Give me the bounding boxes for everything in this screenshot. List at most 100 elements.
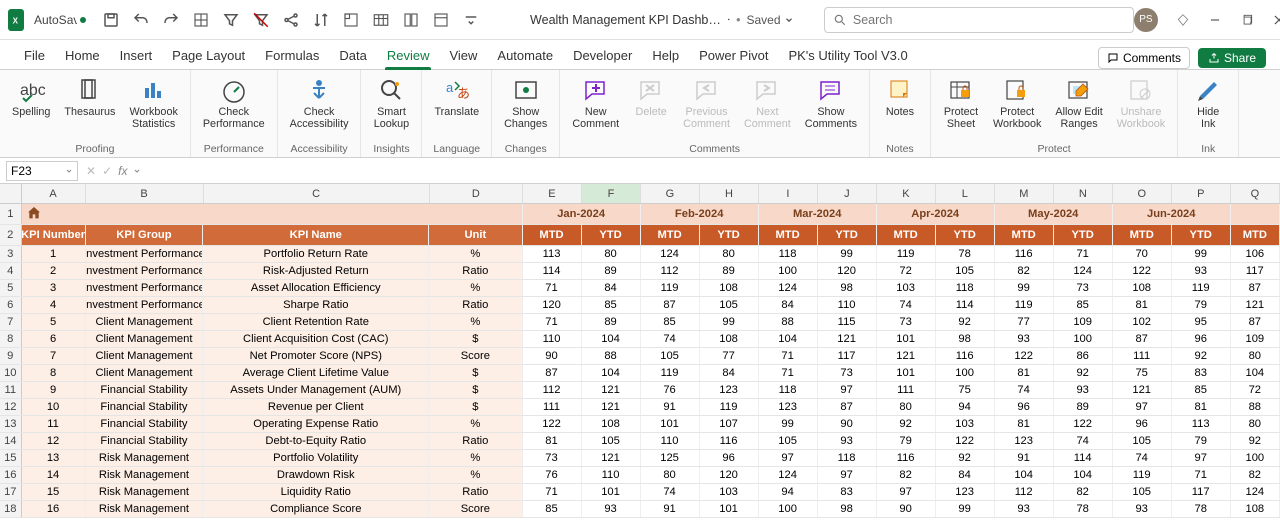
- month-header[interactable]: Feb-2024: [641, 204, 759, 224]
- month-header[interactable]: [1231, 204, 1280, 224]
- cell-value[interactable]: 81: [523, 433, 582, 449]
- cell-value[interactable]: 86: [1054, 348, 1113, 364]
- cell-value[interactable]: 80: [1231, 416, 1280, 432]
- cell-value[interactable]: 116: [877, 450, 936, 466]
- cell-value[interactable]: 93: [1113, 501, 1172, 517]
- col-header-cell[interactable]: MTD: [641, 225, 700, 245]
- ribbon-thesaurus-button[interactable]: Thesaurus: [58, 74, 121, 120]
- cell-value[interactable]: 112: [995, 484, 1054, 500]
- cell-value[interactable]: 78: [1054, 501, 1113, 517]
- search-input[interactable]: [853, 13, 1125, 27]
- cell-value[interactable]: 87: [523, 365, 582, 381]
- cell-kpi-group[interactable]: Risk Management: [86, 484, 204, 500]
- cell-value[interactable]: 82: [1054, 484, 1113, 500]
- cell-kpi-name[interactable]: Average Client Lifetime Value: [203, 365, 429, 381]
- cell-value[interactable]: 105: [1113, 433, 1172, 449]
- row-header[interactable]: 8: [0, 331, 22, 347]
- cell-value[interactable]: 79: [1172, 433, 1231, 449]
- cell-kpi-group[interactable]: Risk Management: [86, 467, 204, 483]
- cell-kpi-number[interactable]: 5: [22, 314, 86, 330]
- cell-unit[interactable]: $: [429, 365, 522, 381]
- row-header[interactable]: 11: [0, 382, 22, 398]
- filter-icon[interactable]: [222, 11, 240, 29]
- share-qat-icon[interactable]: [282, 11, 300, 29]
- col-header-cell[interactable]: KPI Name: [203, 225, 429, 245]
- cell-kpi-group[interactable]: Financial Stability: [86, 433, 204, 449]
- cell-kpi-number[interactable]: 7: [22, 348, 86, 364]
- clear-filter-icon[interactable]: [252, 11, 270, 29]
- cell-value[interactable]: 108: [700, 331, 759, 347]
- row-header[interactable]: 2: [0, 225, 22, 245]
- col-header-A[interactable]: A: [22, 184, 86, 203]
- cell-value[interactable]: 75: [1113, 365, 1172, 381]
- col-header-cell[interactable]: YTD: [1054, 225, 1113, 245]
- cell-value[interactable]: 85: [641, 314, 700, 330]
- cell-value[interactable]: 82: [877, 467, 936, 483]
- cell-value[interactable]: 94: [759, 484, 818, 500]
- enter-icon[interactable]: ✓: [102, 164, 112, 178]
- tab-developer[interactable]: Developer: [563, 44, 642, 69]
- ribbon-hideink-button[interactable]: HideInk: [1184, 74, 1232, 133]
- cell-value[interactable]: 121: [818, 331, 877, 347]
- cell-value[interactable]: 96: [1172, 331, 1231, 347]
- cell-kpi-name[interactable]: Client Acquisition Cost (CAC): [203, 331, 429, 347]
- ribbon-spelling-button[interactable]: abcSpelling: [6, 74, 56, 120]
- cell-kpi-number[interactable]: 15: [22, 484, 86, 500]
- save-icon[interactable]: [102, 11, 120, 29]
- cell-value[interactable]: 84: [759, 297, 818, 313]
- cell-value[interactable]: 82: [1231, 467, 1280, 483]
- month-header[interactable]: May-2024: [995, 204, 1113, 224]
- cell-kpi-number[interactable]: 9: [22, 382, 86, 398]
- cell-value[interactable]: 74: [1113, 450, 1172, 466]
- cell-value[interactable]: 87: [1113, 331, 1172, 347]
- diamond-icon[interactable]: [1176, 13, 1190, 27]
- cell-value[interactable]: 103: [700, 484, 759, 500]
- fx-icon[interactable]: fx: [118, 164, 127, 178]
- cell-value[interactable]: 117: [818, 348, 877, 364]
- row-header[interactable]: 17: [0, 484, 22, 500]
- cell-value[interactable]: 85: [1054, 297, 1113, 313]
- col-header-K[interactable]: K: [877, 184, 936, 203]
- cell-kpi-number[interactable]: 2: [22, 263, 86, 279]
- cell-value[interactable]: 99: [936, 501, 995, 517]
- cell-value[interactable]: 119: [995, 297, 1054, 313]
- cell-value[interactable]: 85: [523, 501, 582, 517]
- undo-icon[interactable]: [132, 11, 150, 29]
- col-header-cell[interactable]: MTD: [1113, 225, 1172, 245]
- cell-value[interactable]: 99: [1172, 246, 1231, 262]
- row-header[interactable]: 4: [0, 263, 22, 279]
- cell-value[interactable]: 88: [1231, 399, 1280, 415]
- cell-value[interactable]: 123: [995, 433, 1054, 449]
- col-header-cell[interactable]: MTD: [1231, 225, 1280, 245]
- row-header[interactable]: 7: [0, 314, 22, 330]
- cell-value[interactable]: 105: [1113, 484, 1172, 500]
- select-all-corner[interactable]: [0, 184, 22, 203]
- cell-value[interactable]: 113: [523, 246, 582, 262]
- cell-value[interactable]: 73: [818, 365, 877, 381]
- search-box[interactable]: [824, 7, 1134, 33]
- borders-icon[interactable]: [192, 11, 210, 29]
- cell-value[interactable]: 90: [818, 416, 877, 432]
- ribbon-showc-button[interactable]: ShowComments: [799, 74, 863, 133]
- cell-value[interactable]: 124: [759, 280, 818, 296]
- cell-kpi-name[interactable]: Operating Expense Ratio: [203, 416, 429, 432]
- cell-value[interactable]: 71: [759, 365, 818, 381]
- cell-value[interactable]: 105: [582, 433, 641, 449]
- cell-value[interactable]: 95: [1172, 314, 1231, 330]
- row-header[interactable]: 16: [0, 467, 22, 483]
- cell-kpi-name[interactable]: Drawdown Risk: [203, 467, 429, 483]
- cell-unit[interactable]: Score: [429, 501, 522, 517]
- cell-value[interactable]: 84: [700, 365, 759, 381]
- row-header[interactable]: 14: [0, 433, 22, 449]
- cell-kpi-number[interactable]: 6: [22, 331, 86, 347]
- col-header-J[interactable]: J: [818, 184, 877, 203]
- cell-value[interactable]: 110: [818, 297, 877, 313]
- macros-icon[interactable]: [432, 11, 450, 29]
- cell-value[interactable]: 104: [759, 331, 818, 347]
- cell-kpi-number[interactable]: 11: [22, 416, 86, 432]
- row-header[interactable]: 1: [0, 204, 22, 224]
- cell-kpi-number[interactable]: 1: [22, 246, 86, 262]
- cell-kpi-group[interactable]: Risk Management: [86, 501, 204, 517]
- cell-value[interactable]: 98: [818, 280, 877, 296]
- cell-value[interactable]: 96: [700, 450, 759, 466]
